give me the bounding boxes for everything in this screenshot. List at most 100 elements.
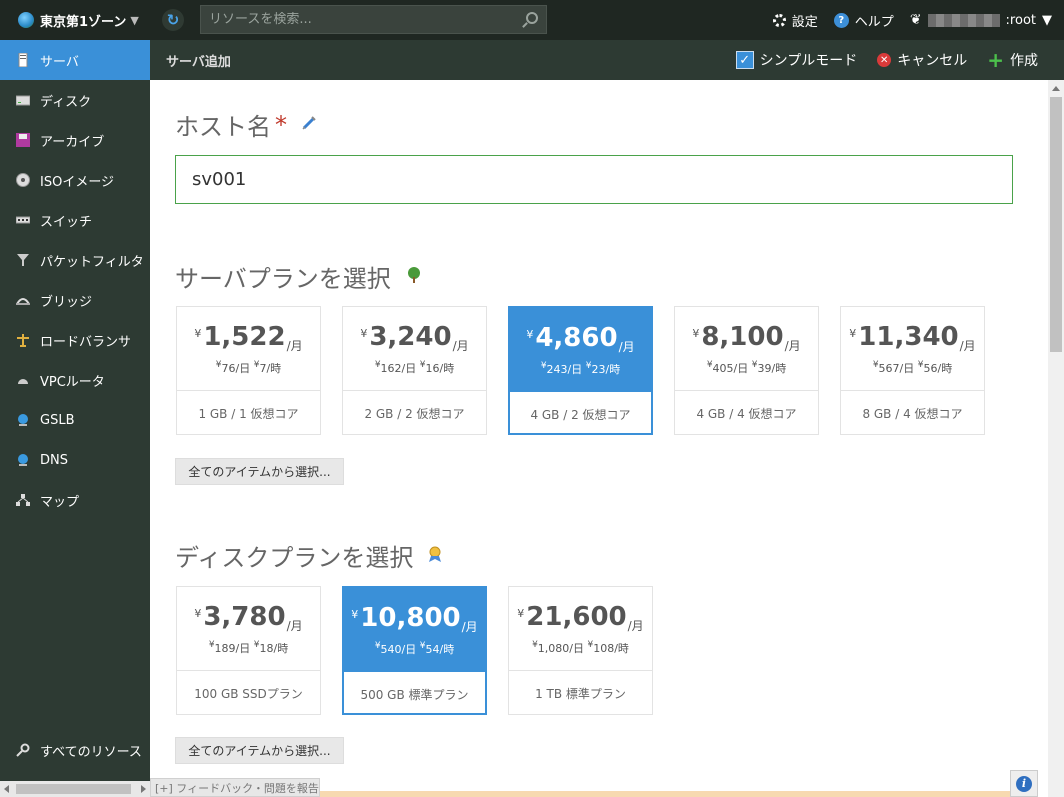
sidebar-item-iso-image[interactable]: ISOイメージ: [0, 160, 150, 200]
sidebar-item-server[interactable]: サーバ: [0, 40, 150, 80]
vertical-scrollbar[interactable]: [1048, 80, 1064, 797]
scrollbar-thumb[interactable]: [1050, 97, 1062, 352]
gslb-icon: [16, 413, 30, 427]
per-hour-price: 56/時: [923, 362, 953, 375]
help-icon: ?: [833, 12, 849, 28]
sidebar-item-label: DNS: [40, 452, 68, 468]
dns-icon: [16, 453, 30, 467]
simple-mode-toggle[interactable]: ✓ シンプルモード: [735, 50, 857, 70]
sidebar-item-switch[interactable]: スイッチ: [0, 200, 150, 240]
price-amount: 1,522: [203, 322, 286, 352]
plan-price: ¥4,860/月 ¥243/日 ¥23/時: [510, 308, 651, 392]
sidebar-item-disk[interactable]: ディスク: [0, 80, 150, 120]
server-pick-all-button[interactable]: 全てのアイテムから選択...: [175, 458, 344, 485]
disk-pick-all-button[interactable]: 全てのアイテムから選択...: [175, 737, 344, 764]
feedback-link[interactable]: [+] フィードバック・問題を報告: [150, 778, 320, 797]
sidebar-item-vpc-router[interactable]: VPCルータ: [0, 360, 150, 400]
plan-spec: 500 GB 標準プラン: [360, 687, 469, 702]
top-bar: 東京第1ゾーン ▼ ↻ 設定 ? ヘルプ ❦ :root ▼: [0, 0, 1064, 40]
plan-price: ¥11,340/月 ¥567/日 ¥56/時: [841, 307, 984, 391]
info-button[interactable]: i: [1010, 770, 1038, 797]
page-title: サーバ追加: [166, 54, 231, 70]
sidebar-item-gslb[interactable]: GSLB: [0, 400, 150, 440]
monthly-price: ¥8,100/月: [675, 307, 818, 354]
plan-spec: 4 GB / 4 仮想コア: [696, 406, 797, 421]
create-label: 作成: [1010, 53, 1038, 69]
sidebar: サーバ ディスク アーカイブ ISOイメージ スイッチ パケットフィルタ ブリッ…: [0, 40, 150, 797]
globe-icon: [18, 12, 34, 28]
sidebar-item-all-resources[interactable]: すべてのリソース: [0, 730, 150, 770]
sidebar-item-label: サーバ: [40, 54, 79, 70]
scroll-up-icon[interactable]: [1052, 86, 1060, 91]
user-menu[interactable]: ❦ :root ▼: [910, 12, 1052, 28]
per-day-price: 243/日: [546, 363, 583, 376]
refresh-button[interactable]: ↻: [162, 9, 184, 31]
plan-price: ¥8,100/月 ¥405/日 ¥39/時: [675, 307, 818, 391]
tree-icon: [405, 266, 423, 288]
hostname-input[interactable]: [192, 169, 992, 190]
scroll-left-icon[interactable]: [4, 785, 9, 793]
plan-price: ¥10,800/月 ¥540/日 ¥54/時: [344, 588, 485, 672]
help-link[interactable]: ? ヘルプ: [833, 11, 894, 30]
price-amount: 11,340: [858, 322, 959, 352]
search-input[interactable]: [209, 12, 509, 27]
packet-filter-icon: [16, 253, 30, 267]
refresh-icon: ↻: [166, 11, 180, 29]
monthly-price: ¥21,600/月: [509, 587, 652, 634]
sidebar-item-label: ブリッジ: [40, 294, 93, 310]
plan-card[interactable]: ¥4,860/月 ¥243/日 ¥23/時 4 GB / 2 仮想コア: [508, 306, 653, 435]
sidebar-item-label: マップ: [40, 494, 80, 510]
hostname-heading: ホスト名 *: [175, 107, 317, 142]
plan-price: ¥21,600/月 ¥1,080/日 ¥108/時: [509, 587, 652, 671]
plan-card[interactable]: ¥1,522/月 ¥76/日 ¥7/時 1 GB / 1 仮想コア: [176, 306, 321, 435]
sidebar-footer: すべてのリソース: [0, 730, 150, 770]
vpc-router-icon: [16, 373, 30, 387]
sidebar-item-archive[interactable]: アーカイブ: [0, 120, 150, 160]
per-month-unit: /月: [286, 619, 303, 633]
sidebar-item-map[interactable]: マップ: [0, 480, 150, 520]
per-hour-price: 39/時: [757, 362, 787, 375]
plan-card[interactable]: ¥10,800/月 ¥540/日 ¥54/時 500 GB 標準プラン: [342, 586, 487, 715]
hostname-title: ホスト名: [175, 113, 271, 141]
server-plan-heading: サーバプランを選択: [175, 259, 423, 294]
sidebar-item-dns[interactable]: DNS: [0, 440, 150, 480]
cancel-button[interactable]: ✕ キャンセル: [877, 50, 967, 70]
cancel-icon: ✕: [877, 53, 892, 67]
monthly-price: ¥11,340/月: [841, 307, 984, 354]
sidebar-item-label: パケットフィルタ: [40, 254, 144, 270]
search-icon[interactable]: [526, 12, 538, 24]
sidebar-item-label: アーカイブ: [40, 134, 105, 150]
scroll-right-icon[interactable]: [141, 785, 146, 793]
checkbox-checked-icon[interactable]: ✓: [735, 51, 754, 69]
plan-spec: 8 GB / 4 仮想コア: [862, 406, 963, 421]
plan-card[interactable]: ¥11,340/月 ¥567/日 ¥56/時 8 GB / 4 仮想コア: [840, 306, 985, 435]
monthly-price: ¥3,240/月: [343, 307, 486, 354]
zone-selector[interactable]: 東京第1ゾーン ▼: [0, 0, 150, 40]
per-day-price: 162/日: [380, 362, 417, 375]
sidebar-item-label: GSLB: [40, 412, 75, 428]
price-amount: 4,860: [535, 323, 618, 353]
create-button[interactable]: + 作成: [987, 50, 1038, 70]
settings-link[interactable]: 設定: [772, 11, 818, 30]
hostname-field: [175, 155, 1013, 204]
action-bar-buttons: ✓ シンプルモード ✕ キャンセル + 作成: [735, 40, 1038, 80]
plan-spec: 100 GB SSDプラン: [194, 686, 303, 701]
disk-icon: [16, 93, 30, 107]
plan-spec: 4 GB / 2 仮想コア: [530, 407, 631, 422]
horizontal-scrollbar[interactable]: [0, 781, 150, 797]
plan-card[interactable]: ¥3,780/月 ¥189/日 ¥18/時 100 GB SSDプラン: [176, 586, 321, 715]
per-hour-price: 108/時: [593, 642, 629, 655]
plan-card[interactable]: ¥8,100/月 ¥405/日 ¥39/時 4 GB / 4 仮想コア: [674, 306, 819, 435]
yen-mark: ¥: [517, 607, 525, 620]
sidebar-item-load-balancer[interactable]: ロードバランサ: [0, 320, 150, 360]
sidebar-item-label: VPCルータ: [40, 374, 105, 390]
plan-card[interactable]: ¥21,600/月 ¥1,080/日 ¥108/時 1 TB 標準プラン: [508, 586, 653, 715]
scrollbar-thumb[interactable]: [16, 784, 131, 794]
plan-card[interactable]: ¥3,240/月 ¥162/日 ¥16/時 2 GB / 2 仮想コア: [342, 306, 487, 435]
sidebar-item-bridge[interactable]: ブリッジ: [0, 280, 150, 320]
per-day-price: 189/日: [214, 642, 251, 655]
plan-spec: 1 GB / 1 仮想コア: [198, 406, 299, 421]
price-amount: 3,780: [203, 602, 286, 632]
sidebar-item-label: すべてのリソース: [40, 744, 142, 760]
sidebar-item-packet-filter[interactable]: パケットフィルタ: [0, 240, 150, 280]
